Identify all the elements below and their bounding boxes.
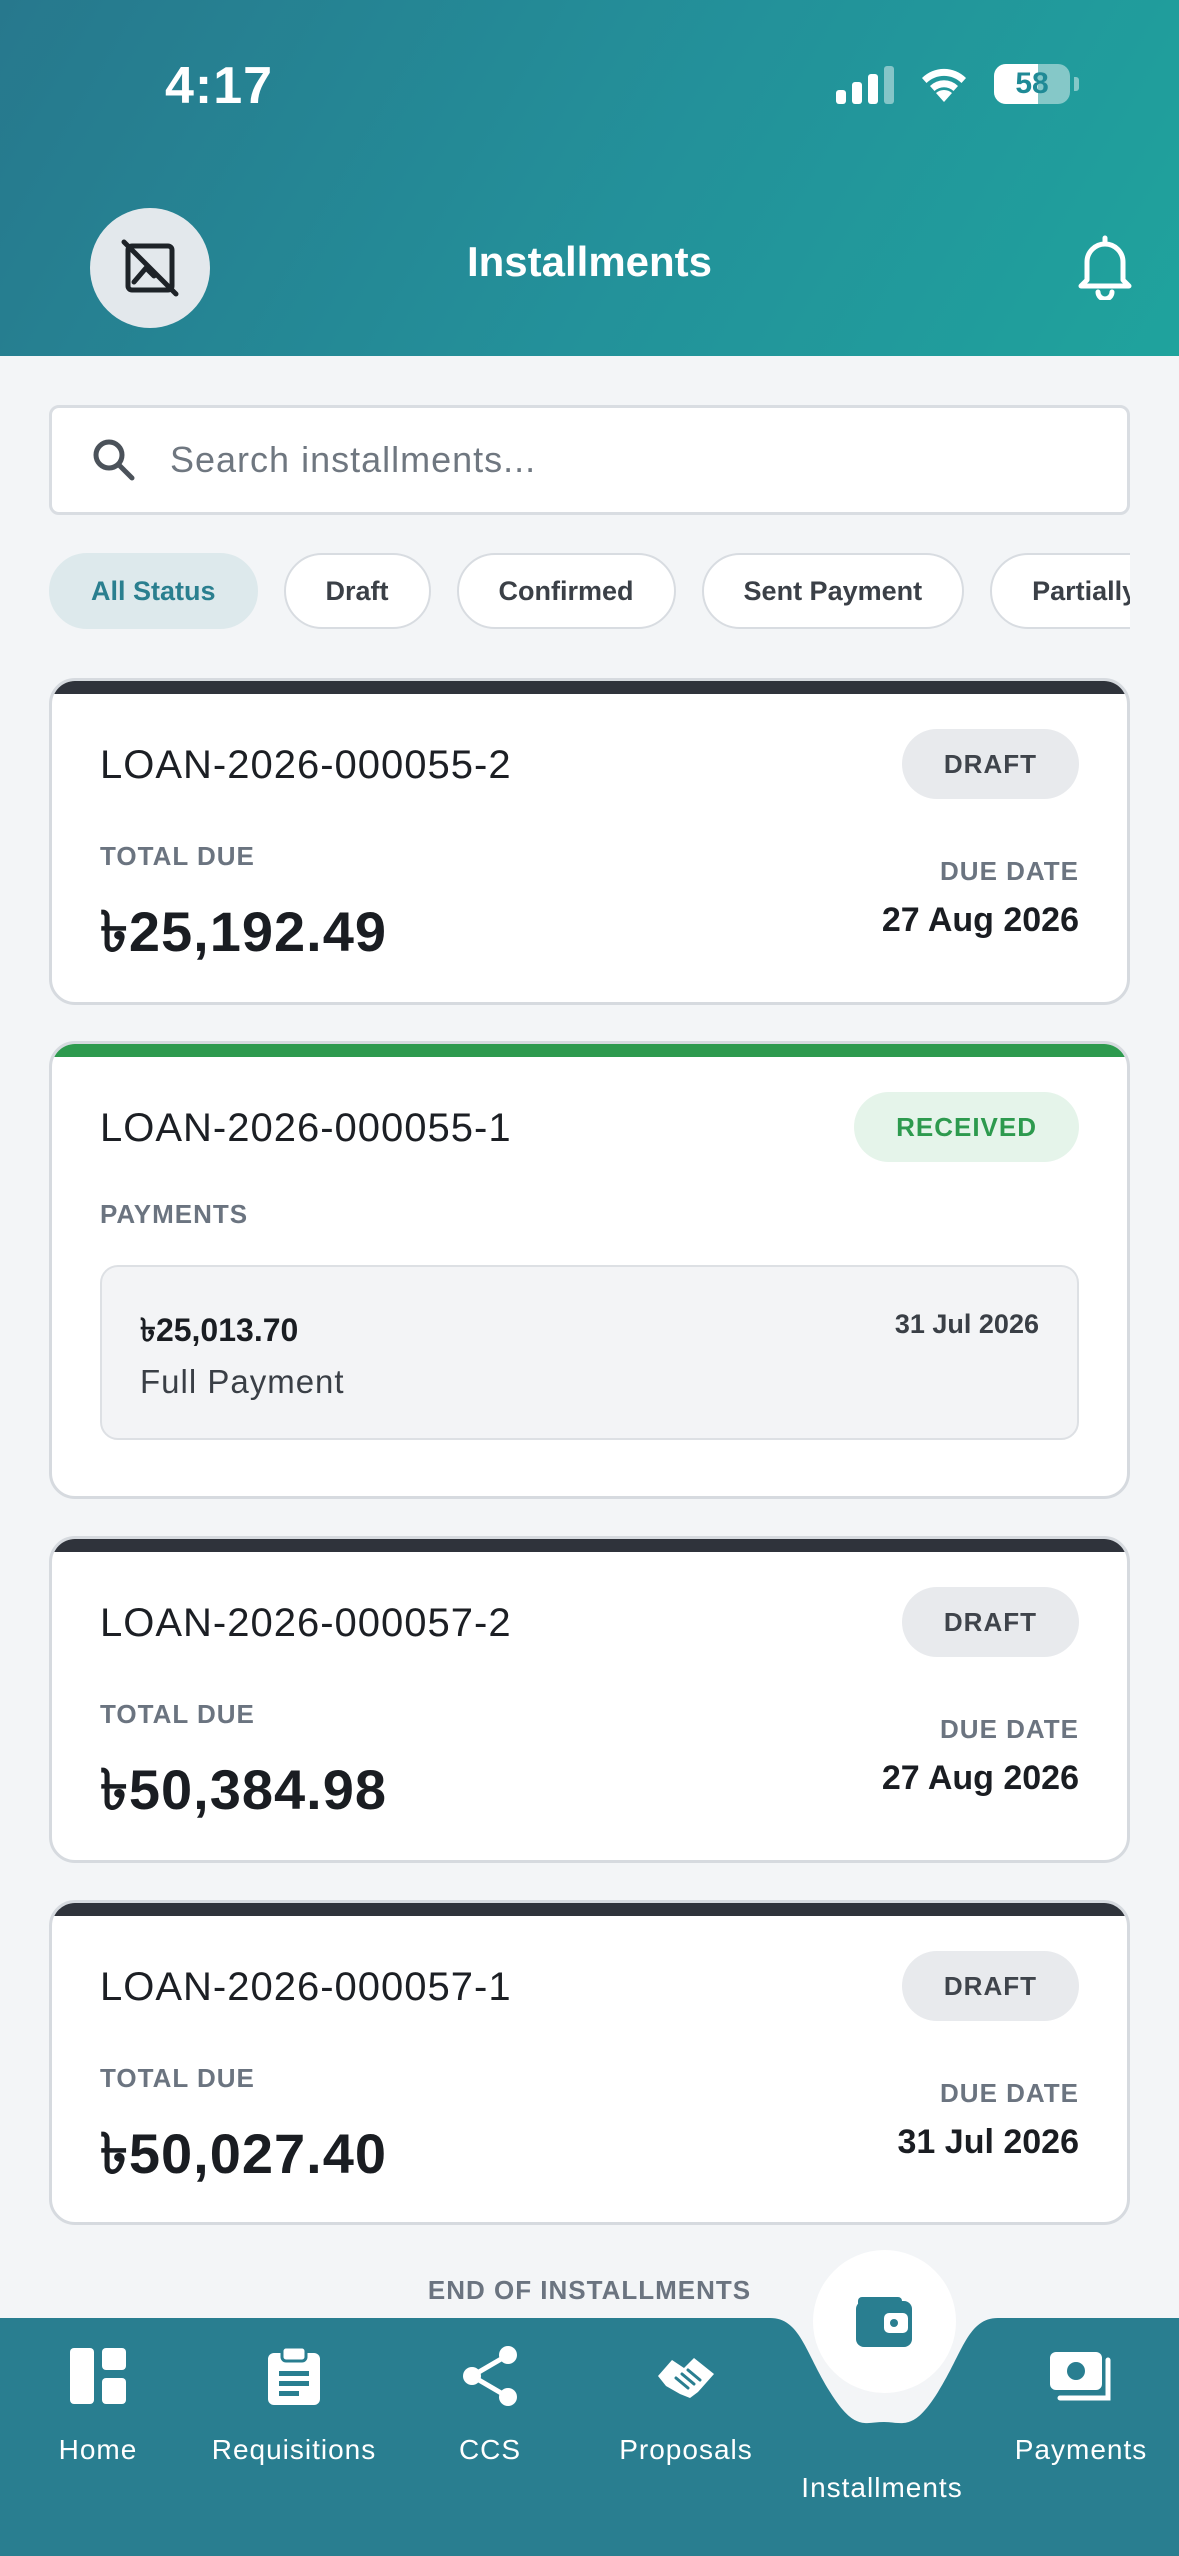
installment-card[interactable]: LOAN-2026-000055-2 DRAFT TOTAL DUE DUE D… <box>49 678 1130 1005</box>
share-icon <box>463 2346 517 2406</box>
handshake-icon <box>658 2358 714 2398</box>
filter-chip-sent-payment[interactable]: Sent Payment <box>701 553 965 629</box>
battery-tip <box>1074 77 1079 91</box>
nav-proposals[interactable]: Proposals <box>588 2340 784 2466</box>
status-icons: 58 <box>836 64 1079 104</box>
total-due-amount: ৳25,192.49 <box>100 900 388 963</box>
total-due-label: TOTAL DUE <box>100 841 255 871</box>
total-due-label: TOTAL DUE <box>100 1699 255 1729</box>
due-date-value: 31 Jul 2026 <box>897 2123 1079 2161</box>
nav-label: Home <box>58 2434 138 2465</box>
nav-label: Payments <box>1014 2434 1148 2465</box>
installment-card[interactable]: LOAN-2026-000057-1 DRAFT TOTAL DUE DUE D… <box>49 1900 1130 2225</box>
payment-amount: ৳25,013.70 <box>140 1312 299 1348</box>
status-time: 4:17 <box>165 57 274 115</box>
status-badge: DRAFT <box>901 1951 1079 2021</box>
search-bar <box>49 405 1130 515</box>
search-input[interactable] <box>170 439 1050 481</box>
nav-label: Requisitions <box>211 2434 377 2465</box>
total-due-label: TOTAL DUE <box>100 2063 255 2093</box>
nav-requisitions[interactable]: Requisitions <box>196 2340 392 2466</box>
cellular-signal-icon <box>836 64 894 104</box>
status-badge: RECEIVED <box>854 1092 1079 1162</box>
app-header: 4:17 58 Installments <box>0 0 1179 356</box>
nav-installments[interactable]: Installments <box>784 2450 980 2504</box>
dashboard-icon <box>70 2348 126 2404</box>
nav-installments-fab[interactable] <box>813 2250 956 2393</box>
wallet-icon <box>855 2296 912 2347</box>
nav-label: Installments <box>801 2472 963 2503</box>
installment-card[interactable]: LOAN-2026-000057-2 DRAFT TOTAL DUE DUE D… <box>49 1536 1130 1863</box>
due-date-label: DUE DATE <box>940 1714 1079 1744</box>
clipboard-icon <box>268 2345 320 2405</box>
payments-label: PAYMENTS <box>100 1199 249 1229</box>
nav-home[interactable]: Home <box>0 2340 196 2466</box>
filter-chip-partially-paid[interactable]: Partially Paid <box>990 553 1130 629</box>
due-date-value: 27 Aug 2026 <box>881 1759 1079 1797</box>
notification-bell-icon[interactable] <box>1073 232 1137 300</box>
status-badge: DRAFT <box>901 729 1079 799</box>
loan-id: LOAN-2026-000055-1 <box>100 1106 512 1150</box>
installment-card[interactable]: LOAN-2026-000055-1 RECEIVED PAYMENTS ৳25… <box>49 1041 1130 1499</box>
due-date-label: DUE DATE <box>940 856 1079 886</box>
nav-ccs[interactable]: CCS <box>392 2340 588 2466</box>
status-bar-draft <box>52 1539 1127 1552</box>
nav-label: Proposals <box>619 2434 753 2465</box>
battery-level: 58 <box>1015 67 1049 100</box>
payment-item[interactable]: ৳25,013.70 31 Jul 2026 Full Payment <box>100 1265 1079 1440</box>
due-date-value: 27 Aug 2026 <box>881 901 1079 939</box>
status-filter-chips: All Status Draft Confirmed Sent Payment … <box>49 553 1130 629</box>
status-bar-received <box>52 1044 1127 1057</box>
status-bar-draft <box>52 681 1127 694</box>
filter-chip-confirmed[interactable]: Confirmed <box>456 553 676 629</box>
status-bar-draft <box>52 1903 1127 1916</box>
wifi-icon <box>922 68 966 102</box>
filter-chip-all-status[interactable]: All Status <box>49 553 258 629</box>
loan-id: LOAN-2026-000057-1 <box>100 1965 512 2009</box>
page-title: Installments <box>466 238 713 285</box>
payment-date: 31 Jul 2026 <box>894 1309 1039 1339</box>
status-badge: DRAFT <box>901 1587 1079 1657</box>
search-icon <box>93 439 135 481</box>
loan-id: LOAN-2026-000057-2 <box>100 1601 512 1645</box>
nav-label: CCS <box>458 2434 522 2465</box>
money-icon <box>1050 2352 1111 2401</box>
payment-type: Full Payment <box>140 1363 345 1400</box>
loan-id: LOAN-2026-000055-2 <box>100 743 512 787</box>
total-due-amount: ৳50,027.40 <box>100 2122 388 2185</box>
due-date-label: DUE DATE <box>940 2078 1079 2108</box>
battery-icon: 58 <box>994 64 1070 104</box>
total-due-amount: ৳50,384.98 <box>100 1758 388 1821</box>
nav-payments[interactable]: Payments <box>983 2340 1179 2466</box>
filter-chip-draft[interactable]: Draft <box>283 553 431 629</box>
